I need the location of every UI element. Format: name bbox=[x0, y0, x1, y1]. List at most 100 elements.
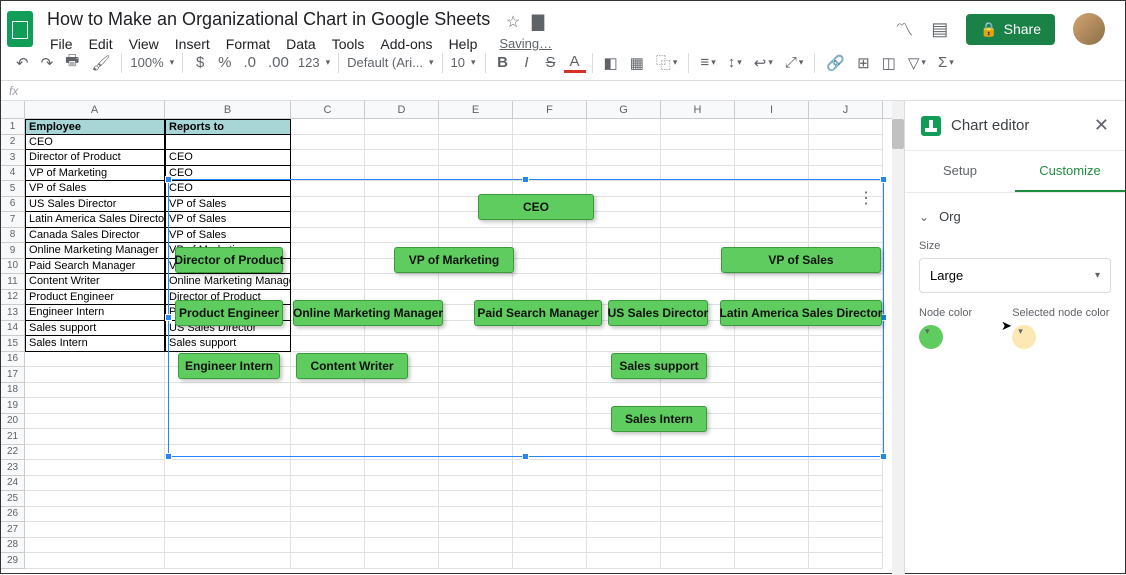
org-node[interactable]: Paid Search Manager bbox=[474, 300, 602, 326]
cell[interactable] bbox=[25, 398, 165, 414]
print-button[interactable]: 🖶 bbox=[60, 51, 84, 75]
cell[interactable] bbox=[291, 491, 365, 507]
cell[interactable] bbox=[513, 476, 587, 492]
cell[interactable] bbox=[439, 522, 513, 538]
cell[interactable] bbox=[809, 476, 883, 492]
row-header[interactable]: 6 bbox=[1, 197, 25, 213]
select-all-corner[interactable] bbox=[1, 101, 25, 118]
cell[interactable] bbox=[735, 460, 809, 476]
comment-button[interactable]: ⊞ bbox=[852, 51, 875, 75]
cell[interactable]: Sales support bbox=[25, 321, 165, 337]
row-header[interactable]: 28 bbox=[1, 538, 25, 554]
menu-view[interactable]: View bbox=[122, 34, 166, 54]
cell[interactable] bbox=[735, 119, 809, 135]
org-node[interactable]: US Sales Director bbox=[608, 300, 708, 326]
borders-button[interactable]: ▦ bbox=[625, 51, 649, 75]
cell[interactable] bbox=[513, 135, 587, 151]
cell[interactable] bbox=[365, 553, 439, 569]
row-header[interactable]: 9 bbox=[1, 243, 25, 259]
cell[interactable] bbox=[439, 538, 513, 554]
cell[interactable] bbox=[25, 414, 165, 430]
org-node[interactable]: Product Engineer bbox=[175, 300, 283, 326]
cell[interactable] bbox=[25, 491, 165, 507]
cell[interactable] bbox=[439, 150, 513, 166]
col-header-f[interactable]: F bbox=[513, 101, 587, 118]
cell[interactable] bbox=[291, 553, 365, 569]
cell[interactable] bbox=[25, 383, 165, 399]
cell[interactable] bbox=[809, 135, 883, 151]
cell[interactable] bbox=[291, 476, 365, 492]
cell[interactable] bbox=[165, 538, 291, 554]
cell[interactable] bbox=[25, 476, 165, 492]
row-header[interactable]: 3 bbox=[1, 150, 25, 166]
cell[interactable] bbox=[365, 507, 439, 523]
row-header[interactable]: 2 bbox=[1, 135, 25, 151]
col-header-a[interactable]: A bbox=[25, 101, 165, 118]
cell[interactable] bbox=[25, 429, 165, 445]
cell[interactable] bbox=[365, 119, 439, 135]
cell[interactable] bbox=[25, 538, 165, 554]
valign-button[interactable]: ↕ bbox=[723, 51, 747, 75]
cell[interactable] bbox=[661, 538, 735, 554]
cell[interactable] bbox=[165, 553, 291, 569]
org-node[interactable]: CEO bbox=[478, 194, 594, 220]
cell[interactable] bbox=[735, 491, 809, 507]
org-node[interactable]: Sales Intern bbox=[611, 406, 707, 432]
cell[interactable] bbox=[291, 522, 365, 538]
cell[interactable]: Reports to bbox=[165, 119, 291, 135]
cell[interactable] bbox=[809, 553, 883, 569]
cell[interactable]: Content Writer bbox=[25, 274, 165, 290]
cell[interactable] bbox=[291, 507, 365, 523]
cell[interactable] bbox=[809, 507, 883, 523]
org-node[interactable]: Director of Product bbox=[175, 247, 283, 273]
cell[interactable] bbox=[365, 135, 439, 151]
col-header-d[interactable]: D bbox=[365, 101, 439, 118]
cell[interactable] bbox=[513, 553, 587, 569]
cell[interactable] bbox=[587, 150, 661, 166]
cell[interactable] bbox=[365, 476, 439, 492]
cell[interactable] bbox=[439, 507, 513, 523]
activity-icon[interactable]: 〽 bbox=[895, 16, 913, 42]
cell[interactable]: CEO bbox=[25, 135, 165, 151]
menu-addons[interactable]: Add-ons bbox=[373, 34, 439, 54]
col-header-j[interactable]: J bbox=[809, 101, 883, 118]
link-button[interactable]: 🔗 bbox=[821, 51, 850, 75]
increase-decimal-button[interactable]: .00 bbox=[263, 51, 294, 75]
vertical-scrollbar[interactable] bbox=[892, 101, 904, 575]
row-header[interactable]: 16 bbox=[1, 352, 25, 368]
cell[interactable] bbox=[25, 445, 165, 461]
row-header[interactable]: 14 bbox=[1, 321, 25, 337]
row-header[interactable]: 26 bbox=[1, 507, 25, 523]
folder-icon[interactable]: ▇ bbox=[532, 14, 544, 31]
cell[interactable] bbox=[661, 522, 735, 538]
cell[interactable] bbox=[735, 538, 809, 554]
col-header-c[interactable]: C bbox=[291, 101, 365, 118]
cell[interactable]: Sales Intern bbox=[25, 336, 165, 352]
col-header-b[interactable]: B bbox=[165, 101, 291, 118]
org-node[interactable]: Latin America Sales Director bbox=[720, 300, 882, 326]
cell[interactable] bbox=[587, 553, 661, 569]
org-node[interactable]: Online Marketing Manager bbox=[293, 300, 443, 326]
cell[interactable] bbox=[587, 538, 661, 554]
cell[interactable] bbox=[661, 476, 735, 492]
cell[interactable] bbox=[165, 491, 291, 507]
cell[interactable] bbox=[439, 491, 513, 507]
cell[interactable] bbox=[661, 135, 735, 151]
cell[interactable] bbox=[25, 507, 165, 523]
cell[interactable] bbox=[661, 150, 735, 166]
row-header[interactable]: 25 bbox=[1, 491, 25, 507]
comments-icon[interactable]: ▤ bbox=[931, 19, 948, 40]
cell[interactable]: Paid Search Manager bbox=[25, 259, 165, 275]
strikethrough-button[interactable]: S bbox=[540, 51, 562, 75]
row-header[interactable]: 21 bbox=[1, 429, 25, 445]
row-header[interactable]: 20 bbox=[1, 414, 25, 430]
node-color-picker[interactable] bbox=[919, 325, 943, 349]
menu-tools[interactable]: Tools bbox=[325, 34, 372, 54]
row-header[interactable]: 5 bbox=[1, 181, 25, 197]
paint-format-button[interactable]: 🖌 bbox=[86, 51, 115, 75]
cell[interactable] bbox=[165, 476, 291, 492]
row-header[interactable]: 10 bbox=[1, 259, 25, 275]
cell[interactable] bbox=[809, 538, 883, 554]
cell[interactable] bbox=[25, 367, 165, 383]
font-size-select[interactable]: 10 bbox=[449, 52, 479, 73]
